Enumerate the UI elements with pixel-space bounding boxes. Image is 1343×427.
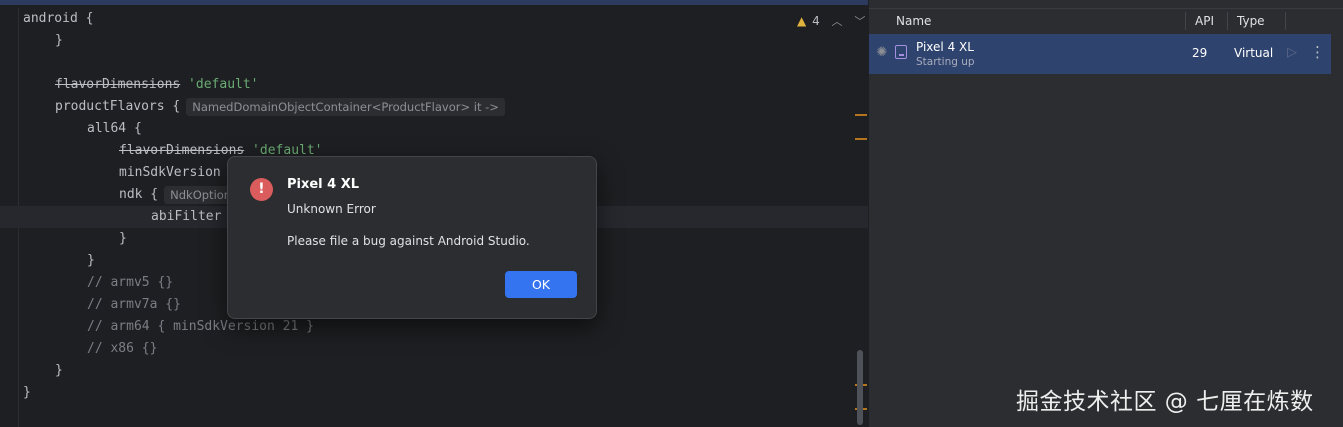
- error-icon: !: [250, 178, 273, 201]
- column-separator: [1227, 12, 1228, 30]
- code-token: // armv7a {}: [87, 297, 181, 312]
- editor-tab-strip: [0, 0, 868, 5]
- dialog-detail: Please file a bug against Android Studio…: [287, 234, 530, 248]
- column-separator: [1285, 12, 1286, 30]
- code-line[interactable]: }: [119, 228, 127, 250]
- code-token: minSdkVersion: [119, 165, 221, 180]
- code-token: }: [119, 231, 127, 246]
- dialog-message: Unknown Error: [287, 202, 376, 216]
- code-token: 'default': [180, 77, 259, 92]
- device-manager-panel: Name API Type ✺ Pixel 4 XL Starting up 2…: [868, 0, 1343, 427]
- column-api[interactable]: API: [1195, 8, 1214, 34]
- error-dialog: ! Pixel 4 XL Unknown Error Please file a…: [227, 156, 597, 319]
- code-line[interactable]: abiFilter: [151, 206, 221, 228]
- more-actions-icon[interactable]: ⋮: [1310, 43, 1325, 61]
- code-line[interactable]: android {: [23, 8, 93, 30]
- ok-button[interactable]: OK: [505, 271, 577, 298]
- column-type[interactable]: Type: [1237, 8, 1265, 34]
- code-line[interactable]: productFlavors { NamedDomainObjectContain…: [55, 96, 505, 118]
- code-token: flavorDimensions: [55, 77, 181, 92]
- column-name[interactable]: Name: [896, 8, 931, 34]
- code-token: abiFilter: [151, 209, 222, 224]
- phone-device-icon: [895, 45, 907, 59]
- warning-marker[interactable]: [855, 114, 867, 116]
- code-line[interactable]: }: [87, 250, 95, 272]
- code-line[interactable]: minSdkVersion: [119, 162, 221, 184]
- code-line[interactable]: // armv5 {}: [87, 272, 173, 294]
- dialog-title: Pixel 4 XL: [287, 177, 360, 192]
- device-status: Starting up: [916, 56, 975, 68]
- code-token: // arm64 { minSdkVersion 21 }: [87, 319, 314, 334]
- panel-scrollbar[interactable]: [1331, 34, 1343, 427]
- code-line[interactable]: }: [55, 30, 63, 52]
- code-line[interactable]: }: [55, 360, 63, 382]
- code-token: }: [55, 363, 63, 378]
- inlay-type-hint: NamedDomainObjectContainer<ProductFlavor…: [186, 97, 505, 116]
- code-token: android {: [23, 11, 94, 26]
- code-token: flavorDimensions: [119, 143, 245, 158]
- code-token: }: [87, 253, 95, 268]
- device-row-pixel-4-xl[interactable]: ✺ Pixel 4 XL Starting up 29 Virtual ▷ ⋮: [869, 34, 1331, 74]
- column-separator: [1185, 12, 1186, 30]
- device-type: Virtual: [1234, 46, 1274, 60]
- code-line[interactable]: ndk {NdkOptions: [119, 184, 244, 206]
- device-api: 29: [1192, 46, 1208, 60]
- code-line[interactable]: }: [23, 382, 31, 404]
- code-token: // x86 {}: [87, 341, 158, 356]
- warning-count: 4: [812, 14, 820, 28]
- device-table-header: Name API Type: [869, 8, 1343, 35]
- code-line[interactable]: // armv7a {}: [87, 294, 181, 316]
- loading-spinner-icon: ✺: [876, 45, 888, 60]
- code-token: // armv5 {}: [87, 275, 174, 290]
- warning-marker[interactable]: [855, 138, 867, 140]
- device-name: Pixel 4 XL: [916, 40, 974, 54]
- code-line[interactable]: all64 {: [87, 118, 142, 140]
- code-token: all64: [87, 121, 127, 136]
- launch-device-icon[interactable]: ▷: [1287, 45, 1297, 60]
- code-line[interactable]: flavorDimensions 'default': [55, 74, 259, 96]
- code-token: {: [126, 121, 142, 136]
- code-token: }: [55, 33, 63, 48]
- code-token: productFlavors {: [55, 99, 181, 114]
- warning-icon: ▲: [797, 14, 807, 28]
- chevron-up-icon[interactable]: ︿: [832, 13, 843, 31]
- code-line[interactable]: // arm64 { minSdkVersion 21 }: [87, 316, 314, 338]
- watermark: 掘金技术社区 @ 七厘在炼数: [1016, 389, 1314, 415]
- code-token: }: [23, 385, 31, 400]
- code-line[interactable]: // x86 {}: [87, 338, 157, 360]
- editor-scroll-thumb[interactable]: [857, 350, 863, 425]
- code-token: ndk {: [119, 187, 159, 202]
